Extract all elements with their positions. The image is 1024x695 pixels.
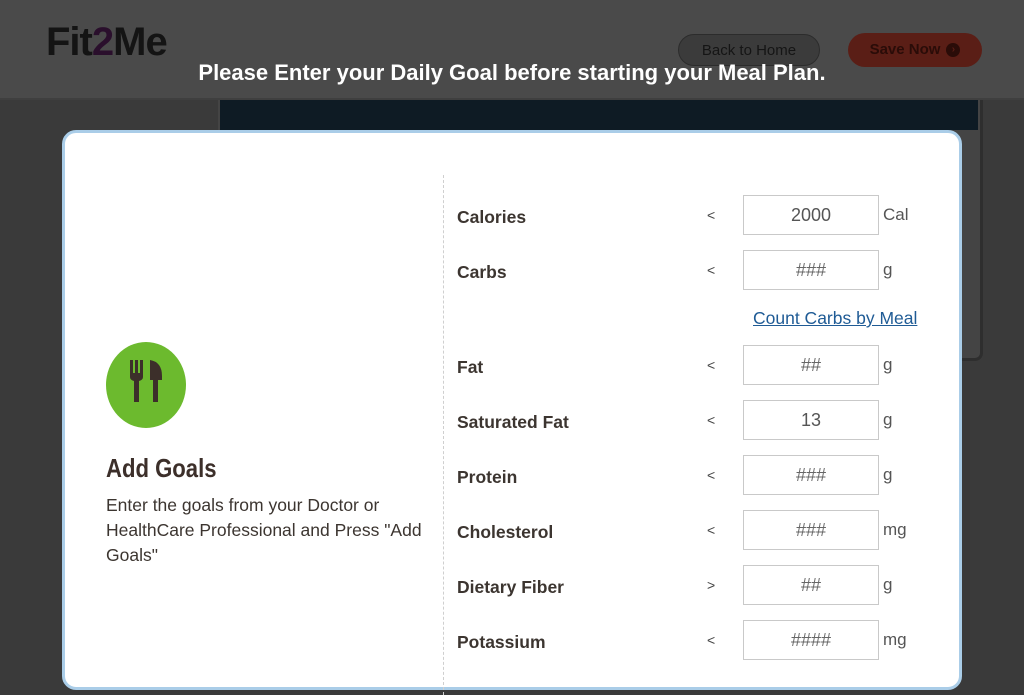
logo[interactable]: Fit2Me: [46, 20, 168, 65]
save-now-label: Save Now: [869, 41, 941, 58]
goal-row: Calories < Cal: [457, 195, 927, 235]
goal-row: Cholesterol < mg: [457, 510, 927, 550]
goal-operator: <: [707, 632, 716, 648]
fork-knife-icon: [106, 342, 186, 428]
goal-operator: <: [707, 522, 716, 538]
goal-unit: mg: [883, 520, 907, 539]
goal-unit: mg: [883, 630, 907, 649]
goal-row: Fat < g: [457, 345, 927, 385]
goal-operator: >: [707, 577, 716, 593]
goal-label: Protein: [457, 467, 518, 487]
goal-label: Potassium: [457, 632, 546, 652]
goal-input[interactable]: [743, 195, 879, 235]
goal-unit: g: [883, 355, 893, 374]
goal-input[interactable]: [743, 510, 879, 550]
arrow-right-circle-icon: ›: [946, 43, 961, 58]
goal-input[interactable]: [743, 345, 879, 385]
column-divider: [443, 175, 444, 695]
goal-row: Potassium < mg: [457, 620, 927, 660]
modal-intro: Add Goals Enter the goals from your Doct…: [65, 133, 443, 687]
goal-operator: <: [707, 357, 716, 373]
goal-unit: Cal: [883, 205, 909, 224]
goal-input[interactable]: [743, 250, 879, 290]
goal-row: Dietary Fiber > g: [457, 565, 927, 605]
add-goals-description: Enter the goals from your Doctor or Heal…: [106, 495, 422, 565]
goal-row: Saturated Fat < g: [457, 400, 927, 440]
background-panel-strip: [220, 100, 978, 130]
goal-operator: <: [707, 412, 716, 428]
goal-operator: <: [707, 467, 716, 483]
goal-input[interactable]: [743, 620, 879, 660]
goal-unit: g: [883, 260, 893, 279]
goal-input[interactable]: [743, 565, 879, 605]
goal-label: Fat: [457, 357, 484, 377]
goal-input[interactable]: [743, 400, 879, 440]
goal-input[interactable]: [743, 455, 879, 495]
goal-label: Calories: [457, 207, 527, 227]
goal-label: Dietary Fiber: [457, 577, 564, 597]
count-carbs-by-meal-link[interactable]: Count Carbs by Meal: [753, 308, 917, 329]
goal-label: Saturated Fat: [457, 412, 569, 432]
goal-operator: <: [707, 262, 716, 278]
goal-label: Cholesterol: [457, 522, 554, 542]
add-goals-heading: Add Goals: [106, 453, 217, 483]
goal-unit: g: [883, 465, 893, 484]
add-goals-modal: Add Goals Enter the goals from your Doct…: [62, 130, 962, 695]
goal-label: Carbs: [457, 262, 507, 282]
goal-unit: g: [883, 575, 893, 594]
goal-row: Carbs < g: [457, 250, 927, 290]
overlay-title: Please Enter your Daily Goal before star…: [198, 60, 826, 85]
goal-operator: <: [707, 207, 716, 223]
goal-unit: g: [883, 410, 893, 429]
goal-row: Protein < g: [457, 455, 927, 495]
